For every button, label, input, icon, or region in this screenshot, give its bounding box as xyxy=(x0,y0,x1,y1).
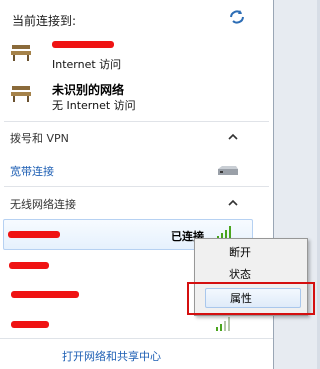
menu-item-disconnect[interactable]: 断开 xyxy=(205,243,301,263)
header-title: 当前连接到: xyxy=(12,14,77,28)
redacted-wifi-name xyxy=(11,291,79,298)
highlight-annotation-box xyxy=(187,282,315,315)
connected-network-item[interactable]: Internet 访问 xyxy=(10,38,250,72)
modem-icon xyxy=(218,166,238,175)
chevron-up-icon[interactable] xyxy=(228,133,238,141)
broadband-connection-link[interactable]: 宽带连接 xyxy=(10,163,54,179)
bench-network-icon xyxy=(11,86,31,102)
chevron-up-icon[interactable] xyxy=(228,199,238,207)
section-wireless-title: 无线网络连接 xyxy=(10,198,76,211)
network-name: 未识别的网络 xyxy=(52,83,125,97)
wifi-network-item[interactable] xyxy=(3,316,253,336)
redacted-wifi-name xyxy=(9,262,49,269)
open-network-sharing-center-link[interactable]: 打开网络和共享中心 xyxy=(62,348,161,364)
divider xyxy=(4,121,269,122)
network-access-status: 无 Internet 访问 xyxy=(52,99,136,112)
wifi-network-item[interactable] xyxy=(3,256,183,276)
section-dialup-title: 拨号和 VPN xyxy=(10,132,69,145)
wifi-network-item[interactable] xyxy=(3,286,183,306)
divider xyxy=(0,338,273,339)
unidentified-network-item[interactable]: 未识别的网络 无 Internet 访问 xyxy=(10,79,250,113)
redacted-network-name xyxy=(52,41,114,48)
wifi-signal-icon xyxy=(216,317,232,331)
redacted-wifi-name xyxy=(8,231,60,238)
redacted-wifi-name xyxy=(11,321,49,328)
bench-network-icon xyxy=(11,45,31,61)
refresh-icon[interactable] xyxy=(228,8,246,26)
network-access-status: Internet 访问 xyxy=(52,58,122,71)
divider xyxy=(4,186,269,187)
